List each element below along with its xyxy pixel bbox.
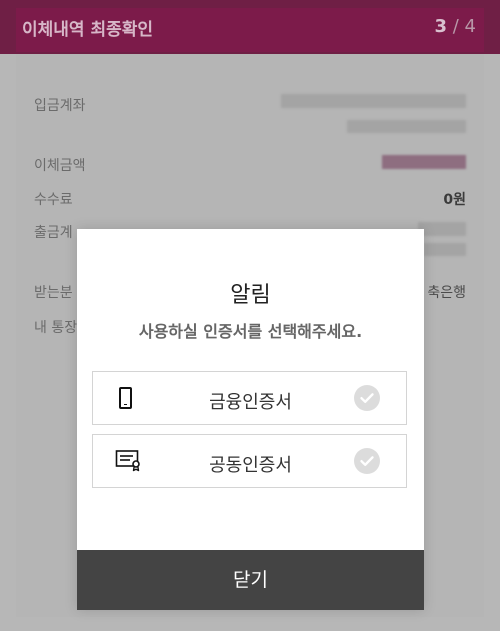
financial-certificate-option[interactable]: 금융인증서 xyxy=(92,371,407,425)
withdrawal-account-label: 출금계 xyxy=(34,225,73,241)
deposit-account-label: 입금계좌 xyxy=(34,98,86,114)
withdrawal-account-redacted-2 xyxy=(424,243,466,256)
transfer-amount-label: 이체금액 xyxy=(34,158,86,174)
my-account-label: 내 통장 xyxy=(34,320,78,336)
recipient-label: 받는분 xyxy=(34,285,73,301)
check-icon xyxy=(354,448,380,474)
recipient-bank-value: 축은행 xyxy=(427,285,466,301)
fee-value: 0원 xyxy=(443,192,466,208)
certificate-dialog: 알림 사용하실 인증서를 선택해주세요. 금융인증서 공동인증서 닫기 xyxy=(77,229,424,610)
fee-label: 수수료 xyxy=(34,192,73,208)
transfer-amount-redacted xyxy=(382,155,466,169)
step-separator: / xyxy=(447,16,465,37)
deposit-account-redacted-2 xyxy=(347,120,466,133)
withdrawal-account-redacted-1 xyxy=(418,222,466,236)
dialog-title: 알림 xyxy=(230,283,271,308)
step-indicator: 3 / 4 xyxy=(435,16,477,37)
page-title: 이체내역 최종확인 xyxy=(22,20,154,40)
step-current: 3 xyxy=(434,16,448,37)
topbar: 이체내역 최종확인 3 / 4 xyxy=(0,0,500,54)
step-total: 4 xyxy=(464,16,476,37)
check-icon xyxy=(354,385,380,411)
joint-certificate-option[interactable]: 공동인증서 xyxy=(92,434,407,488)
close-button[interactable]: 닫기 xyxy=(77,550,424,610)
dialog-subtitle: 사용하실 인증서를 선택해주세요. xyxy=(138,322,363,341)
deposit-account-redacted-1 xyxy=(281,94,466,108)
